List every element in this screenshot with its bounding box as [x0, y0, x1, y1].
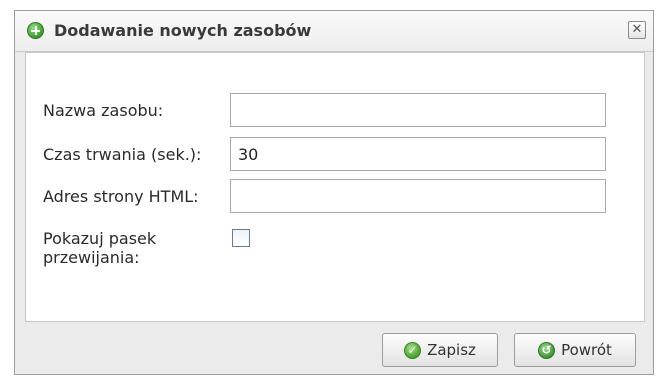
show-scrollbar-checkbox[interactable]	[232, 229, 250, 247]
back-arrow-icon: ↺	[538, 341, 556, 359]
add-circle-icon	[27, 22, 44, 39]
close-icon: ✕	[631, 22, 643, 37]
close-button[interactable]: ✕	[628, 21, 646, 39]
resource-name-input[interactable]	[230, 93, 606, 127]
show-scrollbar-label-line1: Pokazuj pasek	[43, 229, 157, 248]
duration-input[interactable]	[230, 137, 606, 171]
checkmark-icon: ✓	[404, 341, 422, 359]
back-button[interactable]: ↺ Powrót	[514, 333, 636, 367]
resource-name-label: Nazwa zasobu:	[43, 101, 164, 120]
save-button[interactable]: ✓ Zapisz	[382, 333, 498, 367]
html-url-input[interactable]	[230, 179, 606, 213]
back-button-label: Powrót	[561, 341, 612, 359]
duration-label: Czas trwania (sek.):	[43, 145, 202, 164]
form-panel: Nazwa zasobu: Czas trwania (sek.): Adres…	[25, 52, 645, 322]
show-scrollbar-label-line2: przewijania:	[43, 248, 140, 267]
add-resources-dialog: Dodawanie nowych zasobów ✕ Nazwa zasobu:…	[14, 10, 654, 375]
dialog-title: Dodawanie nowych zasobów	[54, 21, 312, 40]
html-url-label: Adres strony HTML:	[43, 187, 199, 206]
dialog-titlebar[interactable]: Dodawanie nowych zasobów ✕	[15, 11, 653, 52]
save-button-label: Zapisz	[427, 341, 476, 359]
